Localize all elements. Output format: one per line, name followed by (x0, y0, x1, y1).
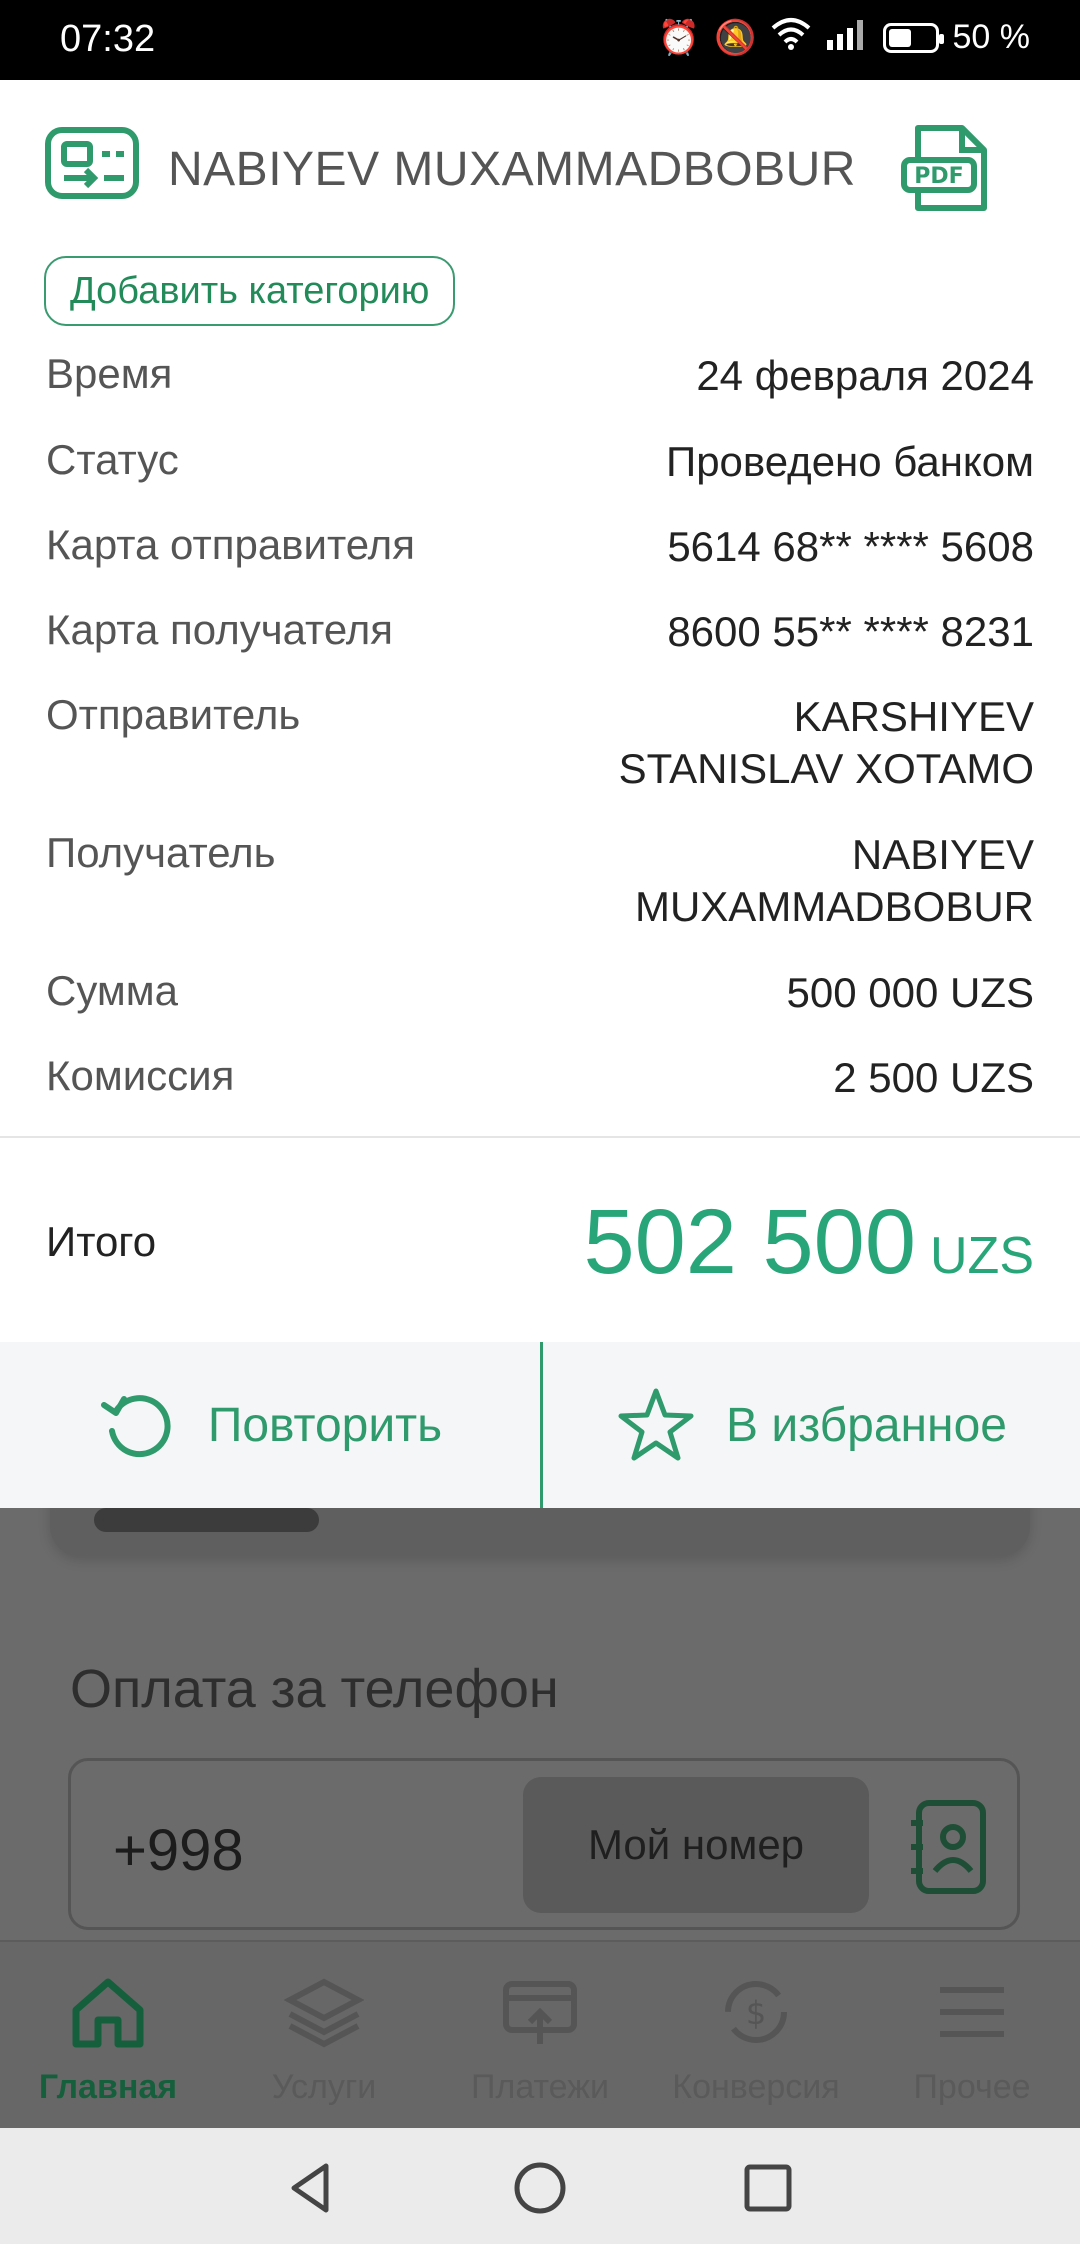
repeat-label: Повторить (207, 1398, 443, 1452)
wifi-icon (771, 16, 811, 59)
payments-icon (503, 1981, 577, 2044)
total-label: Итого (46, 1218, 157, 1265)
total-amount: 502 500 (583, 1191, 916, 1293)
detail-row-status: Статус Проведено банком (46, 436, 1034, 485)
detail-row-sender: Отправитель KARSHIYEV STANISLAV XOTAMO (46, 691, 1034, 792)
nav-item-services[interactable]: Услуги (216, 1942, 432, 2130)
star-icon (618, 1388, 694, 1461)
detail-row-commission: Комиссия 2 500 UZS (46, 1052, 1034, 1101)
detail-row-time: Время 24 февраля 2024 (46, 350, 1034, 399)
transaction-details-sheet: NABIYEV MUXAMMADBOBUR PDF Добавить катег… (0, 80, 1080, 1508)
divider (0, 1136, 1080, 1138)
conversion-icon: $ (725, 1981, 787, 2043)
battery-text: 50 % (952, 18, 1031, 56)
phone-input[interactable]: +998 Мой номер (68, 1758, 1020, 1930)
bottom-navigation: Главная Услуги Платежи $ Конверсия Проче… (0, 1940, 1080, 2128)
action-bar: Повторить В избранное (0, 1342, 1080, 1508)
add-category-button[interactable]: Добавить категорию (44, 256, 456, 326)
nav-label: Главная (38, 2068, 178, 2106)
system-navigation-bar (0, 2128, 1080, 2244)
add-to-favorites-button[interactable]: В избранное (540, 1342, 1080, 1508)
status-icons: ⏰ 🔕 50 % (658, 16, 1030, 59)
detail-row-recipient: Получатель NABIYEV MUXAMMADBOBUR (46, 829, 1034, 930)
nav-item-conversion[interactable]: $ Конверсия (648, 1942, 864, 2130)
nav-item-other[interactable]: Прочее (864, 1942, 1080, 2130)
detail-row-amount: Сумма 500 000 UZS (46, 967, 1034, 1016)
nav-label: Прочее (913, 2068, 1031, 2106)
my-number-button[interactable]: Мой номер (523, 1777, 869, 1913)
total-currency: UZS (930, 1227, 1034, 1285)
svg-text:$: $ (746, 1994, 766, 2032)
signal-icon (825, 16, 869, 59)
pdf-icon[interactable]: PDF (900, 124, 990, 214)
contacts-icon[interactable] (909, 1799, 989, 1895)
status-bar: 07:32 ⏰ 🔕 50 % (0, 0, 1080, 80)
detail-row-sender-card: Карта отправителя 5614 68** **** 5608 (46, 521, 1034, 570)
home-circle-icon[interactable] (510, 2158, 570, 2218)
home-icon (72, 1978, 144, 2048)
svg-text:PDF: PDF (914, 164, 963, 189)
nav-label: Услуги (271, 2068, 377, 2106)
repeat-button[interactable]: Повторить (0, 1342, 540, 1508)
recents-icon[interactable] (738, 2158, 798, 2218)
layers-icon (284, 1978, 364, 2048)
nav-label: Платежи (471, 2068, 609, 2106)
nav-label: Конверсия (672, 2068, 840, 2106)
status-time: 07:32 (60, 18, 156, 60)
phone-prefix: +998 (113, 1818, 244, 1883)
details-list: Время 24 февраля 2024 Статус Проведено б… (46, 350, 1034, 1137)
alarm-icon: ⏰ (657, 18, 701, 57)
mute-icon: 🔕 (714, 18, 757, 57)
sheet-header: NABIYEV MUXAMMADBOBUR PDF (0, 80, 1080, 250)
total-value: 502 500 UZS (583, 1190, 1034, 1295)
menu-icon (940, 1987, 1004, 2037)
repeat-icon (100, 1395, 171, 1458)
nav-item-home[interactable]: Главная (0, 1942, 216, 2130)
favorites-label: В избранное (726, 1398, 1007, 1452)
detail-row-recipient-card: Карта получателя 8600 55** **** 8231 (46, 606, 1034, 655)
section-title-phone-payment: Оплата за телефон (70, 1659, 559, 1719)
nav-item-payments[interactable]: Платежи (432, 1942, 648, 2130)
transfer-icon (45, 127, 139, 199)
battery-icon (882, 22, 944, 53)
recipient-name: NABIYEV MUXAMMADBOBUR (168, 143, 856, 196)
back-icon[interactable] (282, 2158, 342, 2218)
